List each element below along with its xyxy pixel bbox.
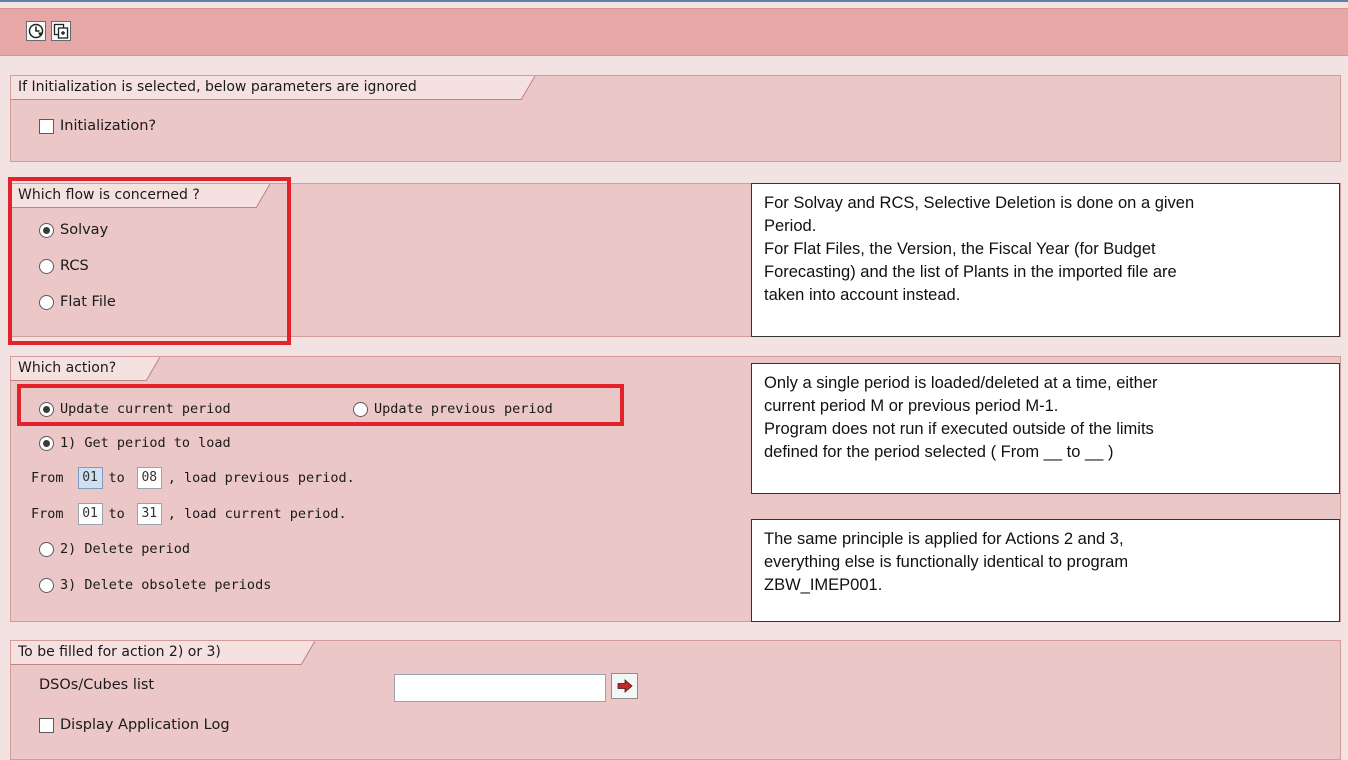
application-toolbar xyxy=(0,8,1348,56)
dso-cubes-label: DSOs/Cubes list xyxy=(39,677,155,693)
dso-label-row: DSOs/Cubes list xyxy=(39,677,154,693)
note-line: The same principle is applied for Action… xyxy=(764,530,1124,548)
to-label: to xyxy=(108,506,125,522)
previous-to-field[interactable]: 08 xyxy=(136,467,162,489)
group-title-text: To be filled for action 2) or 3) xyxy=(18,644,221,660)
note-line: For Flat Files, the Version, the Fiscal … xyxy=(764,240,1156,258)
window-top-border xyxy=(0,0,1348,2)
group-title: Which action? xyxy=(11,357,160,381)
application-log-label: Display Application Log xyxy=(60,717,230,733)
clock-execute-icon xyxy=(28,23,44,39)
action-note-period: Only a single period is loaded/deleted a… xyxy=(751,363,1340,494)
radio-label: 3) Delete obsolete periods xyxy=(60,577,272,593)
initialization-checkbox-row[interactable]: Initialization? xyxy=(39,118,156,134)
radio-label: 2) Delete period xyxy=(60,541,191,557)
period-highlight-box xyxy=(17,384,624,426)
previous-period-range-row: From 01 to 08 , load previous period. xyxy=(31,467,355,489)
radio-button[interactable] xyxy=(39,541,54,557)
application-log-checkbox[interactable] xyxy=(39,717,54,733)
note-line: For Solvay and RCS, Selective Deletion i… xyxy=(764,194,1195,212)
current-period-range-row: From 01 to 31 , load current period. xyxy=(31,503,347,525)
initialization-checkbox[interactable] xyxy=(39,118,54,134)
arrow-right-icon xyxy=(617,679,633,693)
multiple-selection-button[interactable] xyxy=(611,673,638,699)
note-line: Forecasting) and the list of Plants in t… xyxy=(764,263,1177,281)
copy-variant-button[interactable] xyxy=(51,21,71,41)
action-parameters-group: To be filled for action 2) or 3) DSOs/Cu… xyxy=(10,640,1341,760)
flow-note: For Solvay and RCS, Selective Deletion i… xyxy=(751,183,1340,337)
note-line: Period. xyxy=(764,217,817,235)
initialization-label: Initialization? xyxy=(60,118,157,134)
group-title-text: If Initialization is selected, below par… xyxy=(18,79,417,95)
radio-get-period[interactable]: 1) Get period to load xyxy=(39,435,231,451)
copy-variant-icon xyxy=(53,23,69,39)
note-line: taken into account instead. xyxy=(764,286,961,304)
current-from-field[interactable]: 01 xyxy=(77,503,103,525)
note-line: current period M or previous period M-1. xyxy=(764,397,1059,415)
radio-label: 1) Get period to load xyxy=(60,435,231,451)
current-to-field[interactable]: 31 xyxy=(136,503,162,525)
range-suffix: , load current period. xyxy=(167,506,347,522)
radio-button[interactable] xyxy=(39,435,54,451)
note-line: Only a single period is loaded/deleted a… xyxy=(764,374,1158,392)
from-label: From xyxy=(31,506,64,522)
note-line: Program does not run if executed outside… xyxy=(764,420,1154,438)
radio-button[interactable] xyxy=(39,577,54,593)
from-label: From xyxy=(31,470,64,486)
group-title: If Initialization is selected, below par… xyxy=(11,76,535,100)
radio-delete-obsolete[interactable]: 3) Delete obsolete periods xyxy=(39,577,271,593)
group-title-text: Which action? xyxy=(18,360,117,376)
execute-button[interactable] xyxy=(26,21,46,41)
application-log-checkbox-row[interactable]: Display Application Log xyxy=(39,717,230,733)
note-line: everything else is functionally identica… xyxy=(764,553,1129,571)
initialization-group: If Initialization is selected, below par… xyxy=(10,75,1341,162)
action-note-principle: The same principle is applied for Action… xyxy=(751,519,1340,622)
note-line: ZBW_IMEP001. xyxy=(764,576,883,594)
range-suffix: , load previous period. xyxy=(167,470,355,486)
radio-delete-period[interactable]: 2) Delete period xyxy=(39,541,190,557)
group-title: To be filled for action 2) or 3) xyxy=(11,641,315,665)
dso-cubes-input[interactable] xyxy=(394,674,606,702)
to-label: to xyxy=(108,470,125,486)
note-line: defined for the period selected ( From _… xyxy=(764,443,1114,461)
group-title-text: Which flow is concerned ? xyxy=(18,187,200,203)
previous-from-field[interactable]: 01 xyxy=(77,467,103,489)
